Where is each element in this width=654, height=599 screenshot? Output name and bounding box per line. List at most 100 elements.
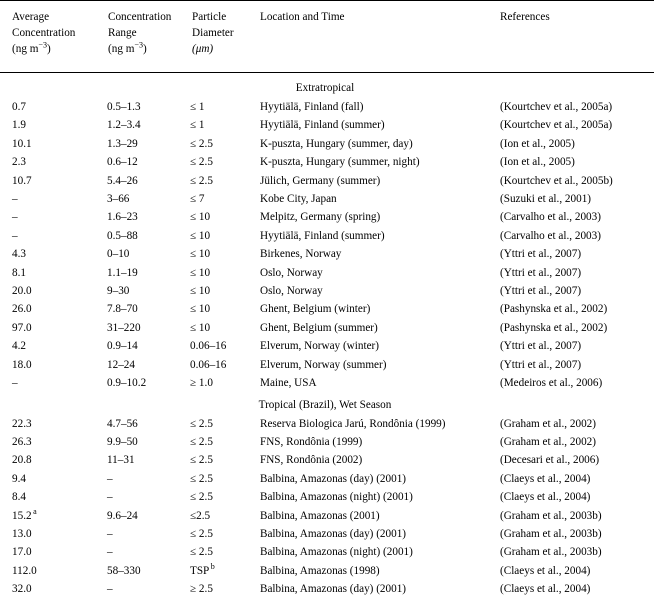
cell-location-and-time: Reserva Biologica Jarú, Rondônia (1999): [250, 415, 475, 433]
cell-average-concentration: 26.0: [0, 300, 96, 318]
cell-location-and-time: Maine, USA: [250, 374, 475, 392]
cell-particle-diameter: ≤2.5: [180, 507, 250, 525]
cell-particle-diameter-text: ≤ 1: [190, 101, 205, 113]
cell-average-concentration-text: 13.0: [12, 527, 32, 540]
cell-particle-diameter: ≤ 2.5: [180, 543, 250, 561]
cell-concentration-range: 1.6–23: [96, 208, 180, 226]
cell-particle-diameter-text: ≤ 10: [190, 248, 211, 261]
cell-location-and-time-text: Oslo, Norway: [260, 285, 323, 298]
cell-particle-diameter: ≤ 1: [180, 116, 250, 134]
cell-reference: (Graham et al., 2003b): [475, 507, 654, 525]
cell-location-and-time: Balbina, Amazonas (day) (2001): [250, 525, 475, 543]
section-heading: Tropical (Brazil), Wet Season: [0, 396, 654, 415]
header-avg-line2: Concentration: [12, 26, 76, 39]
cell-reference: (Carvalho et al., 2003): [475, 208, 654, 226]
cell-average-concentration: 20.8: [0, 451, 96, 469]
cell-particle-diameter-text: ≤ 7: [190, 193, 205, 206]
cell-concentration-range: –: [96, 470, 180, 488]
cell-concentration-range: –: [96, 543, 180, 561]
cell-average-concentration: 112.0: [0, 562, 96, 580]
cell-concentration-range-text: –: [107, 546, 113, 559]
cell-average-concentration: 0.7: [0, 98, 96, 116]
table-row: 17.0 – ≤ 2.5 Balbina, Amazonas (night) (200…: [0, 543, 654, 561]
cell-location-and-time-text: Birkenes, Norway: [260, 248, 342, 261]
cell-reference: (Suzuki et al., 2001): [475, 190, 654, 208]
cell-average-concentration: 4.3: [0, 245, 96, 263]
cell-location-and-time: Elverum, Norway (winter): [250, 337, 475, 355]
cell-average-concentration-text: 26.0: [12, 303, 32, 316]
cell-concentration-range-text: 31–220: [107, 321, 141, 334]
cell-average-concentration: 8.4: [0, 488, 96, 506]
header-diam-line1: Particle: [192, 11, 227, 23]
header-location-text: Location and Time: [260, 11, 345, 23]
cell-location-and-time: Balbina, Amazonas (day) (2001): [250, 470, 475, 488]
table-row: 8.1 1.1–19 ≤ 10 Oslo, Norway (Yttri et al., …: [0, 264, 654, 282]
table-header: Average Concentration (ng m−3) Concentra…: [0, 0, 654, 73]
cell-concentration-range-text: 9.6–24: [107, 509, 138, 522]
cell-location-and-time-text: Balbina, Amazonas (1998): [260, 564, 380, 577]
column-header-average-concentration: Average Concentration (ng m−3): [0, 0, 96, 73]
cell-concentration-range: 1.2–3.4: [96, 116, 180, 134]
cell-average-concentration: 2.3: [0, 153, 96, 171]
cell-average-concentration-text: 26.3: [12, 435, 32, 448]
cell-reference-text: (Yttri et al., 2007): [500, 248, 582, 261]
cell-concentration-range-text: 0–10: [107, 248, 130, 261]
cell-location-and-time-text: Balbina, Amazonas (night) (2001): [260, 491, 413, 504]
cell-location-and-time-text: Elverum, Norway (summer): [260, 358, 387, 371]
cell-average-concentration-text: 15.2 a: [12, 506, 37, 522]
cell-reference-text: (Decesari et al., 2006): [500, 454, 600, 467]
cell-particle-diameter-text: ≤ 2.5: [190, 156, 213, 169]
cell-particle-diameter-text: ≤ 10: [190, 285, 211, 298]
cell-particle-diameter: ≤ 2.5: [180, 153, 250, 171]
cell-particle-diameter: ≤ 2.5: [180, 488, 250, 506]
table-row: 20.0 9–30 ≤ 10 Oslo, Norway (Yttri et al., 2…: [0, 282, 654, 300]
cell-particle-diameter-text: ≤ 2.5: [190, 491, 213, 504]
cell-reference-text: (Kourtchev et al., 2005a): [500, 119, 613, 132]
cell-location-and-time: Balbina, Amazonas (night) (2001): [250, 543, 475, 561]
table-row: 20.8 11–31 ≤ 2.5 FNS, Rondônia (2002) (Deces…: [0, 451, 654, 469]
cell-location-and-time-text: Hyytiälä, Finland (summer): [260, 119, 385, 132]
cell-reference-text: (Kourtchev et al., 2005b): [500, 174, 613, 187]
table-row: – 0.9–10.2 ≥ 1.0 Maine, USA (Medeiros et al.…: [0, 374, 654, 392]
cell-reference-text: (Claeys et al., 2004): [500, 583, 591, 596]
column-header-references: References: [475, 0, 654, 73]
measurements-table: Average Concentration (ng m−3) Concentra…: [0, 0, 654, 599]
cell-particle-diameter: ≤ 10: [180, 282, 250, 300]
cell-location-and-time: Birkenes, Norway: [250, 245, 475, 263]
cell-average-concentration: 17.0: [0, 543, 96, 561]
cell-concentration-range: 4.7–56: [96, 415, 180, 433]
section-heading-row: Tropical (Brazil), Wet Season: [0, 396, 654, 415]
cell-concentration-range-text: 9–30: [107, 285, 130, 298]
cell-location-and-time: Melpitz, Germany (spring): [250, 208, 475, 226]
cell-reference-text: (Ion et al., 2005): [500, 156, 575, 169]
cell-reference-text: (Graham et al., 2002): [500, 435, 596, 448]
cell-concentration-range-text: 3–66: [107, 193, 130, 206]
header-range-unit-exponent: −3: [134, 40, 143, 50]
cell-particle-diameter: TSP b: [180, 562, 250, 580]
cell-reference: (Graham et al., 2002): [475, 433, 654, 451]
cell-particle-diameter: ≤ 2.5: [180, 525, 250, 543]
cell-particle-diameter: ≤ 7: [180, 190, 250, 208]
cell-average-concentration: –: [0, 190, 96, 208]
cell-particle-diameter-text: ≤ 2.5: [190, 454, 213, 467]
cell-location-and-time-text: FNS, Rondônia (2002): [260, 454, 363, 467]
cell-average-concentration-text: 97.0: [12, 321, 32, 334]
table-row: 97.0 31–220 ≤ 10 Ghent, Belgium (summer) (Pa…: [0, 319, 654, 337]
header-row: Average Concentration (ng m−3) Concentra…: [0, 0, 654, 73]
cell-concentration-range: 0.9–10.2: [96, 374, 180, 392]
cell-particle-diameter: ≤ 2.5: [180, 135, 250, 153]
cell-location-and-time-text: Melpitz, Germany (spring): [260, 211, 381, 224]
cell-concentration-range: 1.1–19: [96, 264, 180, 282]
cell-location-and-time-text: K-puszta, Hungary (summer, night): [260, 156, 420, 169]
cell-average-concentration: 15.2 a: [0, 507, 96, 525]
section-heading: Extratropical: [0, 79, 654, 98]
cell-average-concentration-text: –: [12, 193, 18, 206]
table-row: 26.0 7.8–70 ≤ 10 Ghent, Belgium (winter) (Pa…: [0, 300, 654, 318]
column-header-concentration-range: Concentration Range (ng m−3): [96, 0, 180, 73]
cell-particle-diameter: ≤ 2.5: [180, 451, 250, 469]
table-row: 22.3 4.7–56 ≤ 2.5 Reserva Biologica Jarú, R…: [0, 415, 654, 433]
cell-reference: (Claeys et al., 2004): [475, 488, 654, 506]
cell-particle-diameter-footnote-marker: b: [210, 562, 215, 572]
cell-reference-text: (Yttri et al., 2007): [500, 340, 582, 353]
cell-reference: (Graham et al., 2002): [475, 415, 654, 433]
